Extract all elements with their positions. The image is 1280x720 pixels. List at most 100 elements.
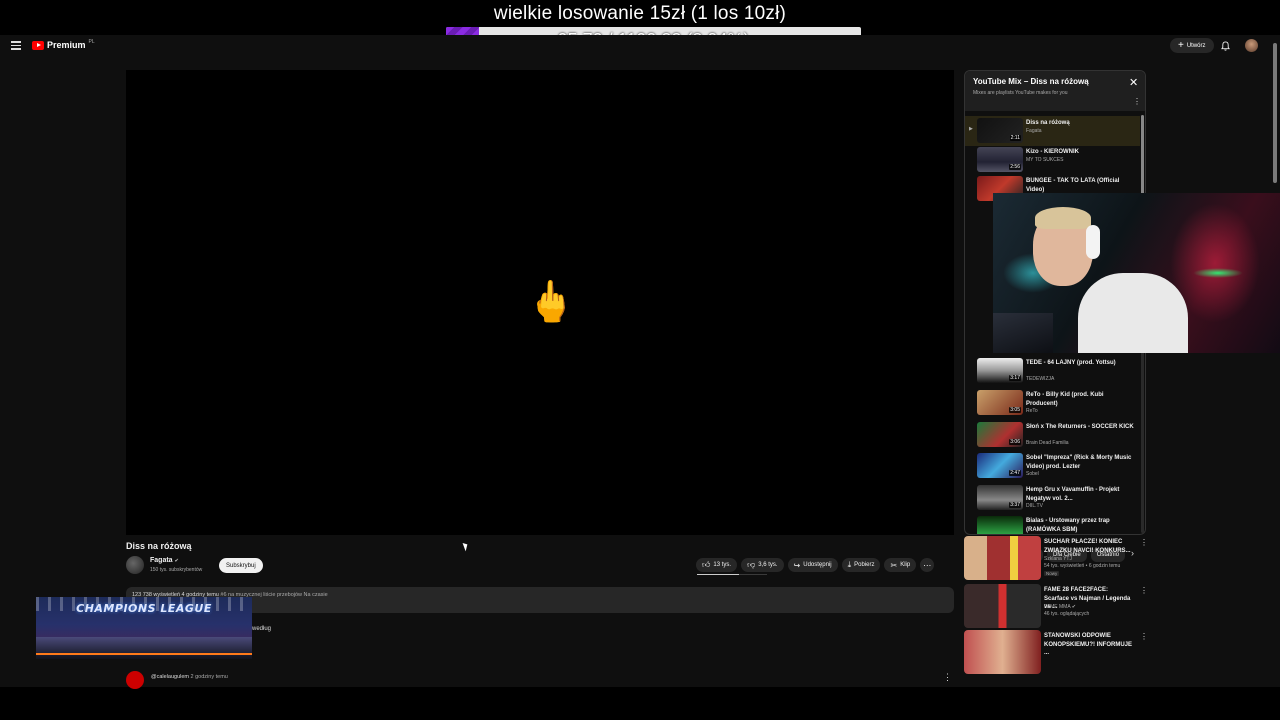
champions-league-overlay: CHAMPIONS LEAGUE (36, 597, 252, 659)
playlist-header: YouTube Mix – Diss na różową Mixes are p… (965, 71, 1145, 111)
video-actions: 👍︎ 13 tys. 👎︎ 3,6 tys. ↪ Udostępnij ⤓ Po… (696, 558, 935, 572)
recommended-meta: 46 tys. oglądających (1044, 611, 1090, 617)
create-button[interactable]: + Utwórz (1170, 38, 1214, 53)
playlist-thumbnail: 2:11 (977, 118, 1023, 143)
recommended-meta: 54 tys. wyświetleń • 6 godzin temu (1044, 563, 1121, 569)
duration-badge: 2:47 (1009, 470, 1021, 476)
recommended-video[interactable]: STANOWSKI ODPOWIE KONOPSKIEMU?! INFORMUJ… (964, 630, 1148, 674)
duration-badge: 3:05 (1009, 407, 1021, 413)
duration-badge: 2:11 (1009, 135, 1021, 141)
download-label: Pobierz (854, 562, 875, 568)
download-icon: ⤓ (847, 560, 852, 569)
playlist-item[interactable]: 3:17 TEDE - 64 LAJNY (prod. Yottsu) TEDE… (965, 356, 1140, 386)
more-vert-icon[interactable]: ⋮ (1140, 632, 1148, 641)
duration-badge: 3:06 (1009, 439, 1021, 445)
youtube-watch-page: Premium PL + Utwórz 🖕 Diss na różową Fag… (0, 35, 1280, 689)
playlist-item-channel: MY TO SUKCES (1026, 157, 1064, 163)
playlist-thumbnail: 3:17 (977, 358, 1023, 383)
bell-icon[interactable] (1221, 41, 1230, 51)
video-player[interactable]: 🖕 (126, 70, 954, 535)
playlist-item-channel: Sobel (1026, 471, 1039, 477)
thumbs-down-icon: 👎︎ (747, 560, 756, 569)
share-button[interactable]: ↪ Udostępnij (787, 558, 838, 572)
thumbs-up-icon: 👍︎ (702, 560, 711, 569)
account-avatar[interactable] (1245, 39, 1258, 52)
playlist-item-channel: ReTo (1026, 408, 1038, 414)
subscribe-button[interactable]: Subskrybuj (219, 558, 263, 573)
playlist-item[interactable]: 3:05 ReTo - Billy Kid (prod. Kubi Produc… (965, 388, 1140, 418)
recommended-video[interactable]: FAME 28 FACE2FACE: Scarface vs Najman / … (964, 584, 1148, 628)
hamburger-icon[interactable] (11, 41, 21, 50)
playlist-item[interactable]: 3:37 Hemp Gru x Vavamuffin - Projekt Neg… (965, 483, 1140, 513)
close-icon[interactable]: ✕ (1129, 76, 1138, 89)
duration-badge: 3:17 (1009, 375, 1021, 381)
create-label: Utwórz (1186, 42, 1206, 49)
like-button[interactable]: 👍︎ 13 tys. (696, 558, 738, 572)
more-vert-icon[interactable]: ⋮ (1140, 538, 1148, 547)
duration-badge: 2:56 (1009, 164, 1021, 170)
comment-author-handle[interactable]: @calelaugulem (151, 674, 189, 680)
like-count: 13 tys. (713, 562, 732, 568)
logo-text: Premium (47, 40, 86, 50)
playlist-item-title: Kizo - KIEROWNIK (1026, 149, 1079, 155)
playlist-thumbnail: 3:05 (977, 390, 1023, 415)
youtube-premium-logo[interactable]: Premium PL (32, 39, 95, 50)
recommended-channel: FAME MMA ✔ (1044, 604, 1076, 610)
playlist-item-title: Hemp Gru x Vavamuffin - Projekt Negatyw … (1026, 487, 1120, 502)
clip-label: Klip (900, 562, 911, 568)
share-label: Udostępnij (803, 562, 832, 568)
playlist-item-title: Diss na różową (1026, 120, 1070, 126)
dislike-button[interactable]: 👎︎ 3,6 tys. (741, 558, 784, 572)
recommended-thumbnail (964, 584, 1041, 628)
subscriber-count: 150 tys. subskrybentów (150, 567, 203, 573)
comments-sort-label[interactable]: według (252, 626, 271, 632)
dislike-count: 3,6 tys. (758, 562, 778, 568)
video-frame-emoji: 🖕 (526, 280, 576, 324)
recommended-channel: Szklana YTJ (1044, 556, 1072, 562)
video-title: Diss na różową (126, 541, 192, 551)
streamer-webcam (993, 193, 1280, 353)
logo-region: PL (88, 39, 95, 45)
channel-name[interactable]: Fagata ✔ (150, 557, 179, 564)
playlist-thumbnail: 3:06 (977, 422, 1023, 447)
download-button[interactable]: ⤓ Pobierz (841, 558, 881, 572)
playlist-item[interactable]: Bialas - Urstowany przez trap (RAMÓWKA S… (965, 514, 1140, 534)
playlist-item[interactable]: 3:06 Słoń x The Returners - SOCCER KICK … (965, 420, 1140, 450)
channel-name-text: Fagata (150, 557, 173, 564)
more-actions-icon[interactable]: ⋯ (920, 558, 935, 572)
playlist-item-title: BUNGEE - TAK TO LATA (Official Video) (1026, 178, 1120, 193)
playlist-menu-icon[interactable]: ⋮ (1133, 97, 1141, 106)
channel-avatar[interactable] (126, 556, 144, 574)
playlist-thumbnail: 2:47 (977, 453, 1023, 478)
recommended-thumbnail (964, 536, 1041, 580)
comment-avatar[interactable] (126, 671, 144, 689)
clip-button[interactable]: ✂ Klip (884, 558, 917, 572)
recommended-title: STANOWSKI ODPOWIE KONOPSKIEMU?! INFORMUJ… (1044, 633, 1133, 656)
recommended-thumbnail (964, 630, 1041, 674)
playlist-item-title: ReTo - Billy Kid (prod. Kubi Producent) (1026, 392, 1104, 407)
playlist-item-channel: Brain Dead Familia (1026, 440, 1069, 446)
comment-age: 2 godziny temu (190, 674, 228, 680)
playlist-item-title: Sobel "Impreza" (Rick & Morty Music Vide… (1026, 455, 1132, 470)
masthead: Premium PL + Utwórz (0, 35, 1280, 57)
champions-league-text: CHAMPIONS LEAGUE (76, 602, 212, 615)
share-icon: ↪ (793, 560, 801, 570)
recommended-video[interactable]: SUCHAR PŁACZE! KONIEC ZWIĄZKU NAVCI! KON… (964, 536, 1148, 580)
scissors-icon: ✂ (890, 560, 898, 570)
playlist-item[interactable]: 2:56 Kizo - KIEROWNIK MY TO SUKCES (965, 145, 1140, 175)
comment-author: @calelaugulem 2 godziny temu (151, 674, 228, 680)
page-scrollbar[interactable] (1272, 35, 1278, 687)
duration-badge: 3:37 (1009, 502, 1021, 508)
now-playing-icon: ▶ (969, 126, 973, 132)
playlist-item[interactable]: 2:47 Sobel "Impreza" (Rick & Morty Music… (965, 451, 1140, 481)
playlist-thumbnail (977, 516, 1023, 534)
verified-icon: ✔ (174, 558, 179, 564)
playlist-thumbnail: 2:56 (977, 147, 1023, 172)
playlist-item-title: Bialas - Urstowany przez trap (RAMÓWKA S… (1026, 518, 1110, 533)
playlist-item-channel: Fagata (1026, 128, 1042, 134)
comment-menu-icon[interactable]: ⋮ (943, 672, 952, 683)
more-vert-icon[interactable]: ⋮ (1140, 586, 1148, 595)
playlist-item[interactable]: ▶ 2:11 Diss na różową Fagata (965, 116, 1140, 146)
like-ratio-bar (697, 574, 767, 575)
new-badge: Nowy (1044, 571, 1060, 576)
